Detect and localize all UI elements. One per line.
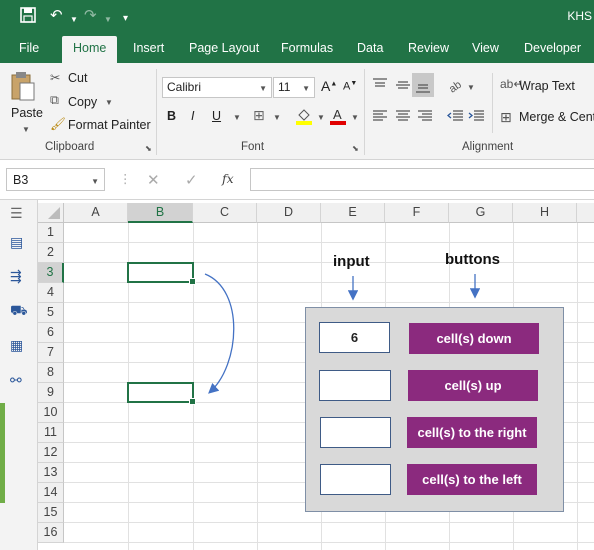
buttons-label: buttons <box>445 251 500 268</box>
curved-arrow <box>204 273 235 394</box>
step-input-4[interactable] <box>320 464 391 495</box>
step-input-3[interactable] <box>320 417 391 448</box>
input-label: input <box>333 253 370 270</box>
control-panel: 6 cell(s) down cell(s) up cell(s) to the… <box>305 307 564 512</box>
move-down-button[interactable]: cell(s) down <box>409 323 539 354</box>
step-input-2[interactable] <box>319 370 391 401</box>
move-up-button[interactable]: cell(s) up <box>408 370 538 401</box>
move-left-button[interactable]: cell(s) to the left <box>407 464 537 495</box>
move-right-button[interactable]: cell(s) to the right <box>407 417 537 448</box>
step-input-1[interactable]: 6 <box>319 322 390 353</box>
